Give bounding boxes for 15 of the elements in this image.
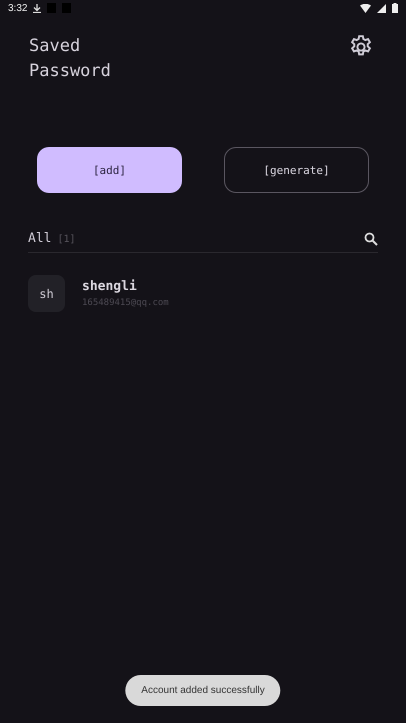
- account-email: 165489415@qq.com: [82, 298, 169, 308]
- filter-label[interactable]: All: [28, 231, 52, 246]
- wifi-icon: [360, 4, 371, 12]
- item-count: [1]: [57, 234, 76, 245]
- account-name[interactable]: shengli: [82, 279, 169, 294]
- page-title: Saved Password: [29, 35, 111, 83]
- initials-avatar: sh: [28, 275, 65, 312]
- signal-icon: [377, 4, 386, 12]
- generate-button[interactable]: [generate]: [224, 147, 369, 193]
- toast-message: Account added successfully: [125, 675, 281, 706]
- download-icon: [33, 4, 42, 12]
- add-button[interactable]: [add]: [37, 147, 182, 193]
- battery-icon: [392, 3, 398, 13]
- search-icon[interactable]: [364, 232, 378, 246]
- status-time: 3:32: [8, 2, 28, 14]
